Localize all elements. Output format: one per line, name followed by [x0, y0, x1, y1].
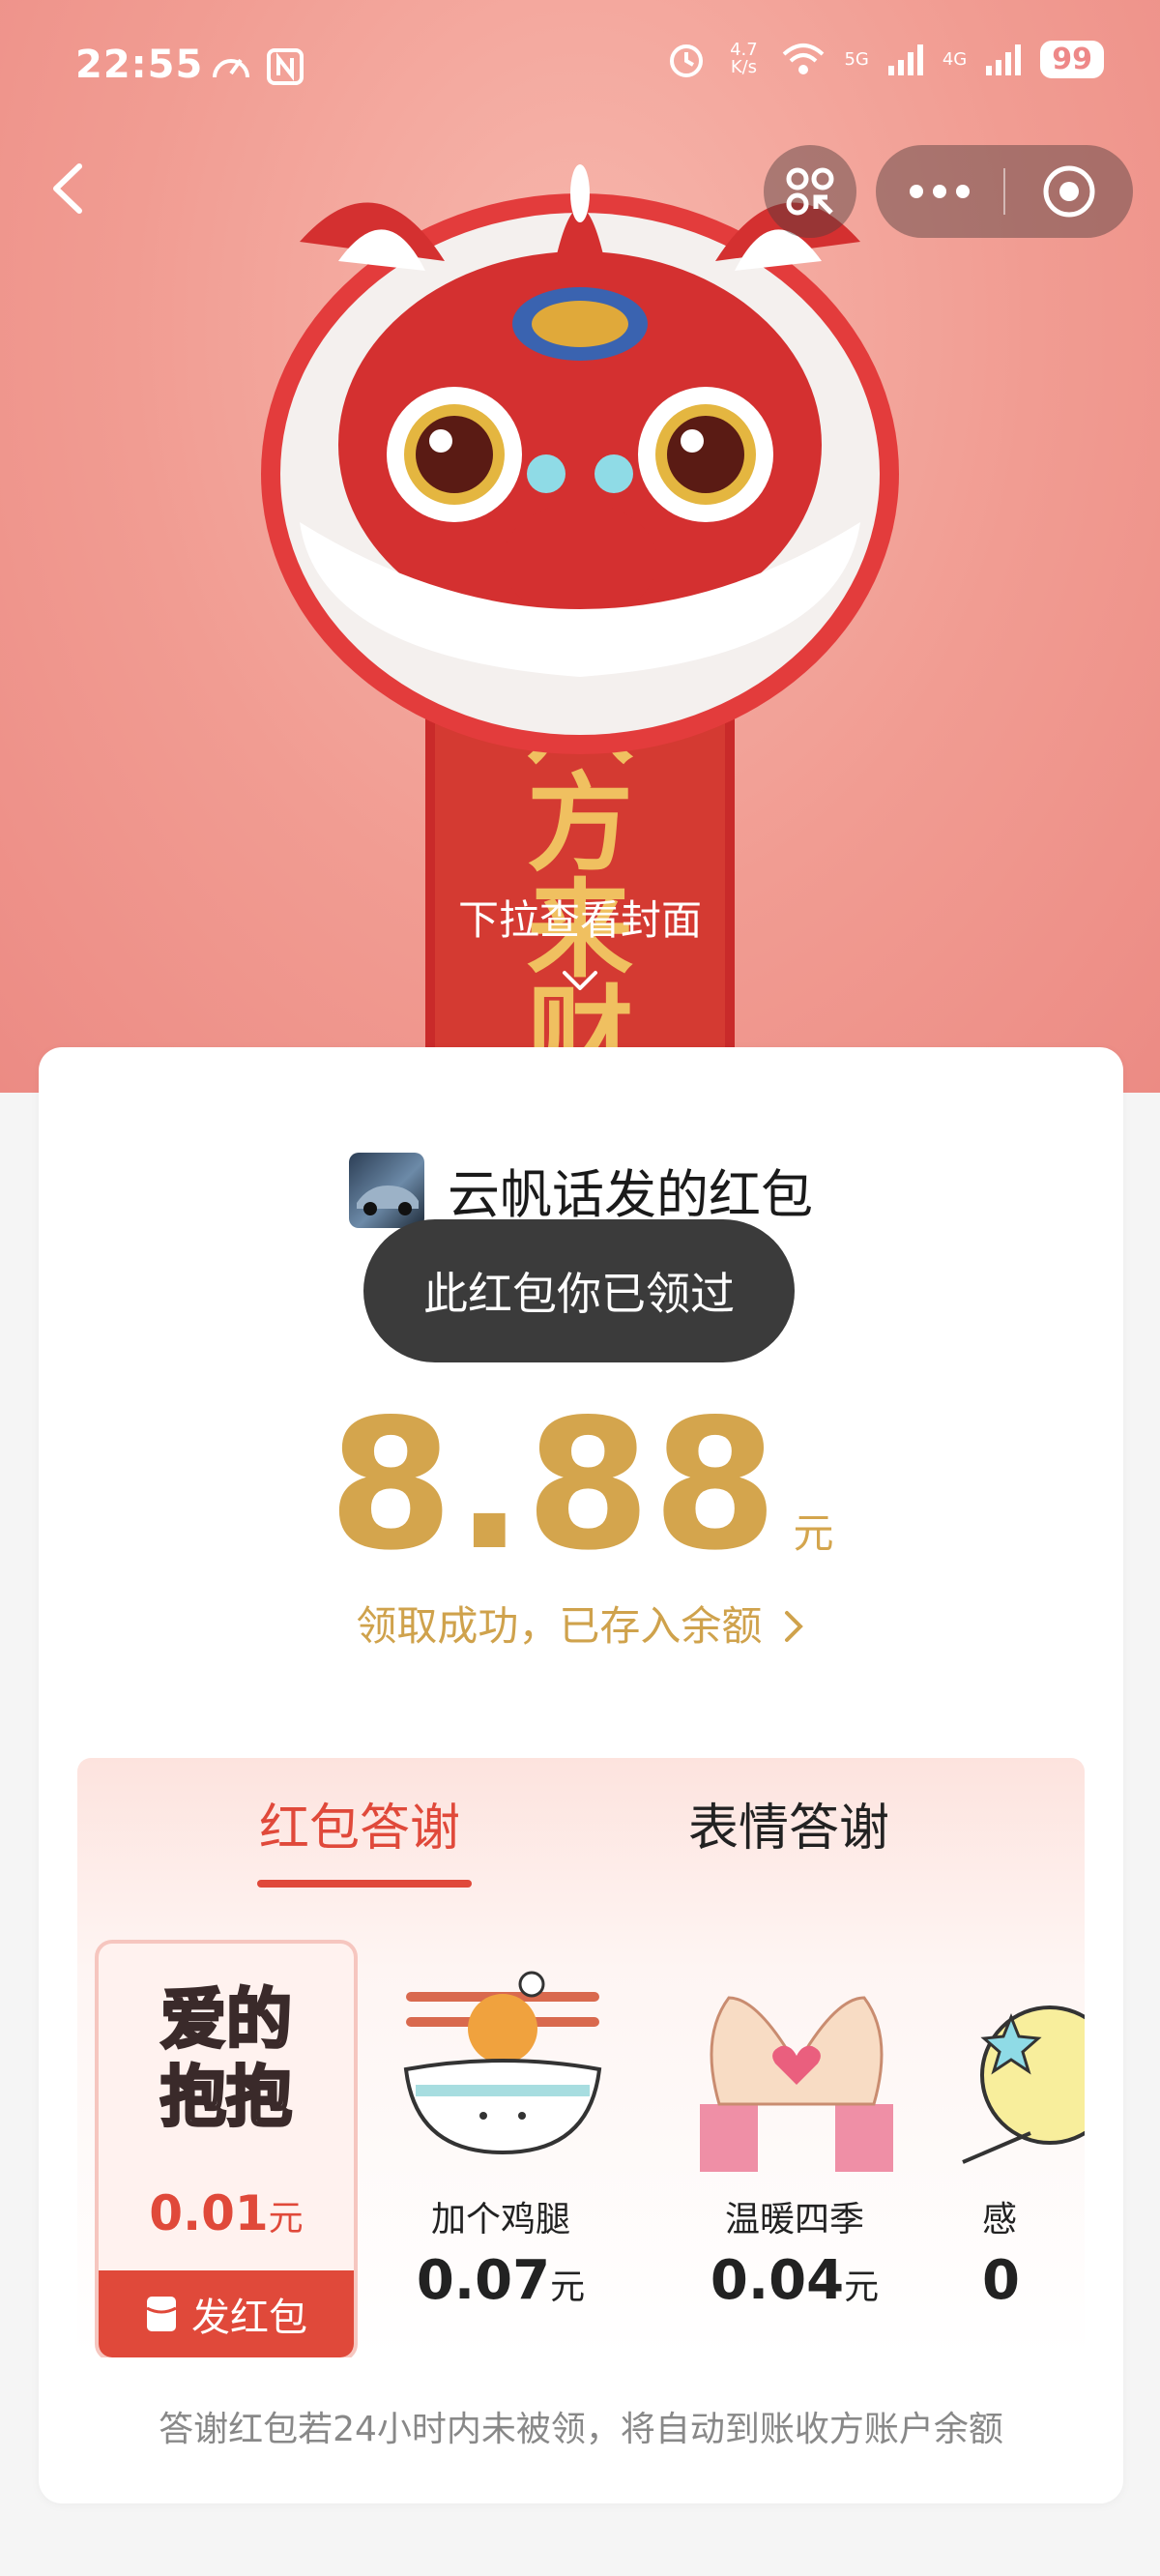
hug-sticker: 爱的 抱抱: [99, 1981, 354, 2138]
capsule-menu: [876, 145, 1133, 238]
scan-icon: [786, 167, 834, 216]
sticker-text-2: 抱抱: [159, 2059, 293, 2138]
heart-hands-icon: [700, 1996, 893, 2172]
item-price: 0: [953, 2249, 1020, 2312]
amount-row: 8.88 元: [39, 1395, 1123, 1575]
item-price: 0.01元: [99, 2185, 354, 2241]
tab-sticker-thanks[interactable]: 表情答谢: [688, 1787, 889, 1859]
sender-title: 云帆话发的红包: [448, 1164, 813, 1225]
thanks-item-hug[interactable]: 爱的 抱抱 0.01元 发红包: [95, 1940, 358, 2357]
star-egg-icon: [962, 2005, 1085, 2164]
sticker-text-1: 爱的: [159, 1981, 293, 2061]
red-packet-icon: [146, 2297, 177, 2331]
rice-bowl-drumstick-icon: [403, 1971, 602, 2155]
pull-down-hint: 下拉查看封面: [457, 896, 702, 944]
scan-button[interactable]: [764, 145, 856, 238]
item-label: 温暖四季: [724, 2200, 864, 2239]
amount-unit: 元: [793, 1509, 834, 1557]
status-time: 22:55: [75, 43, 204, 87]
mini-program-nav: [0, 145, 1160, 242]
network-speed: 4.7 K/s: [730, 40, 758, 77]
more-dots-icon: [910, 185, 970, 198]
back-arrow-icon[interactable]: [35, 155, 102, 222]
battery-indicator: 99: [1040, 40, 1104, 78]
banner-char-2: 方: [527, 762, 633, 886]
balance-link[interactable]: 领取成功，已存入余额: [39, 1594, 1123, 1653]
price-value: 0.01: [149, 2185, 269, 2241]
nfc-icon: [267, 48, 304, 85]
target-close-icon: [1043, 165, 1095, 218]
price-value: 0: [982, 2249, 1020, 2312]
chevron-right-icon: [784, 1611, 803, 1642]
tab-red-packet-thanks[interactable]: 红包答谢: [259, 1787, 460, 1859]
amount-value: 8.88: [328, 1380, 780, 1590]
lion-dance-illustration: 八 方 来 财: [261, 164, 899, 1093]
wifi-icon: [783, 44, 825, 74]
more-button[interactable]: [876, 145, 1003, 238]
thanks-panel: 红包答谢 表情答谢 爱的 抱抱 0.01元 发红包 加个鸡腿 0.07元 温暖四…: [77, 1758, 1085, 2357]
footnote-text: 答谢红包若24小时内未被领，将自动到账收方账户余额: [159, 2410, 1003, 2449]
thanks-item-partial[interactable]: 感 0: [953, 1940, 1085, 2357]
send-red-packet-label: 发红包: [191, 2296, 307, 2340]
signal-5g-label: 5G: [844, 48, 869, 70]
alarm-icon: [670, 44, 704, 77]
active-tab-underline: [257, 1880, 472, 1888]
send-red-packet-button[interactable]: 发红包: [99, 2270, 354, 2357]
speedometer-icon: [213, 58, 249, 78]
status-bar: 22:55 4.7 K/s 5G 4G 99: [0, 0, 1160, 145]
success-text: 领取成功，已存入余额: [356, 1602, 763, 1650]
price-unit: 元: [550, 2268, 586, 2307]
price-unit: 元: [844, 2268, 880, 2307]
thanks-item-drumstick[interactable]: 加个鸡腿 0.07元: [367, 1940, 634, 2357]
item-price: 0.07元: [367, 2249, 634, 2312]
cover-area[interactable]: 八 方 来 财 下拉查看封面: [0, 0, 1160, 1093]
item-label: 加个鸡腿: [430, 2200, 570, 2239]
thanks-item-warm-seasons[interactable]: 温暖四季 0.04元: [661, 1940, 928, 2357]
signal-5g-icon: [887, 44, 923, 75]
signal-4g-icon: [986, 44, 1022, 75]
item-label: 感: [982, 2200, 1018, 2239]
close-miniprogram-button[interactable]: [1005, 145, 1133, 238]
already-received-toast: 此红包你已领过: [363, 1219, 795, 1362]
car-photo-icon: [357, 1185, 419, 1215]
chevron-down-icon: [563, 971, 597, 990]
price-unit: 元: [268, 2199, 304, 2239]
red-packet-detail-card: 云帆话发的红包 财 此红包你已领过 8.88 元 领取成功，已存入余额 红包答谢…: [39, 1047, 1123, 2503]
price-value: 0.07: [416, 2249, 551, 2312]
price-value: 0.04: [710, 2249, 845, 2312]
sender-avatar[interactable]: [349, 1152, 424, 1228]
item-price: 0.04元: [661, 2249, 928, 2312]
signal-4g-label: 4G: [942, 48, 968, 70]
sender-row: 云帆话发的红包: [39, 1152, 1123, 1228]
